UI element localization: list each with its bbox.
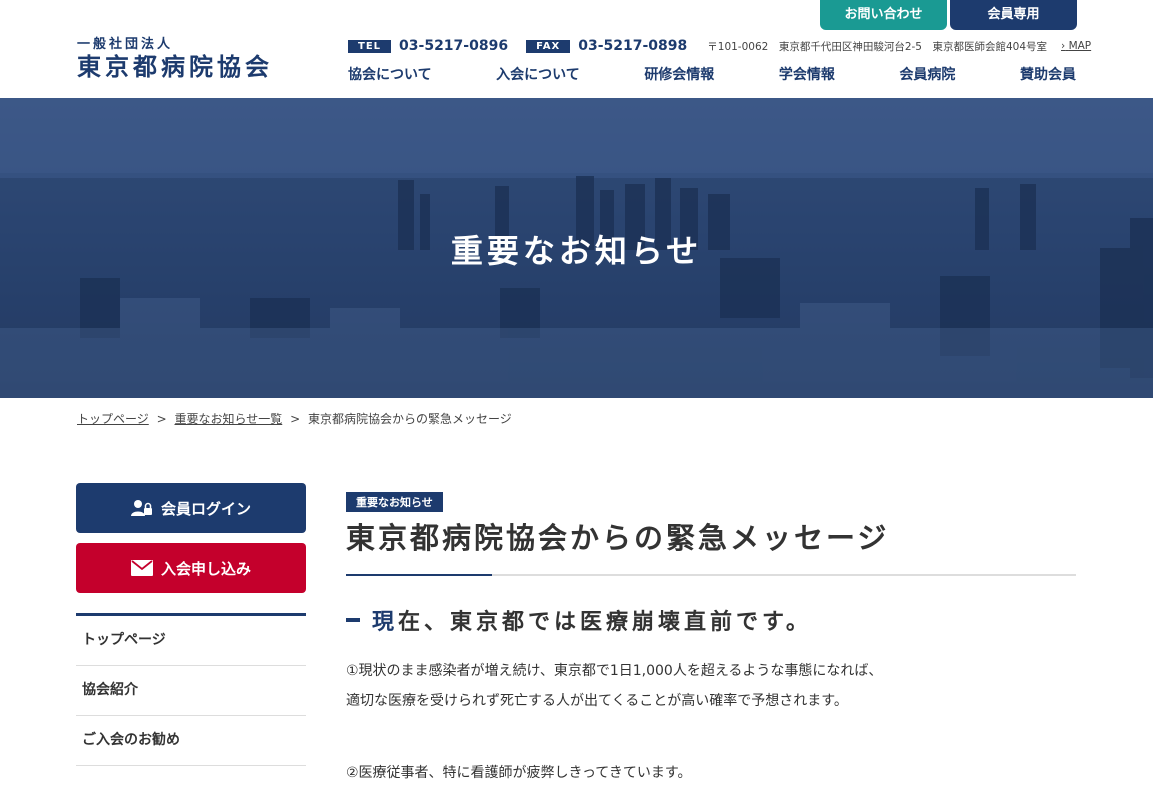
tel-number: 03-5217-0896 [399,38,509,54]
breadcrumb-current: 東京都病院協会からの緊急メッセージ [307,412,512,426]
map-link-label: MAP [1068,40,1092,52]
address: 〒101-0062 東京都千代田区神田駿河台2-5 東京都医師会館404号室 [707,40,1048,53]
breadcrumb-separator: > [156,412,167,426]
paragraph-1-line-1: ①現状のまま感染者が増え続け、東京都で1日1,000人を超えるような事態になれば… [346,663,883,679]
map-link[interactable]: › MAP [1061,40,1091,52]
logo-title: 東京都病院協会 [77,52,273,81]
sidebar-nav: トップページ 協会紹介 ご入会のお勧め [76,613,306,766]
fax-tag: FAX [526,39,571,53]
member-only-button[interactable]: 会員専用 [950,0,1077,30]
logo-subtitle: 一般社団法人 [77,37,174,52]
user-lock-icon [130,500,152,516]
paragraph-1: ①現状のまま感染者が増え続け、東京都で1日1,000人を超えるような事態になれば… [346,656,1076,716]
membership-application-button[interactable]: 入会申し込み [76,543,306,593]
contact-info: TEL 03-5217-0896 FAX 03-5217-0898 〒101-0… [348,38,1091,54]
nav-item-seminars[interactable]: 研修会情報 [644,64,714,86]
tel-tag: TEL [348,39,392,53]
mail-icon [130,560,153,576]
nav-item-about[interactable]: 協会について [348,64,432,86]
page-title: 東京都病院協会からの緊急メッセージ [346,521,890,555]
breadcrumb-home[interactable]: トップページ [77,412,149,426]
contact-button[interactable]: お問い合わせ [820,0,947,30]
membership-application-label: 入会申し込み [160,559,251,578]
paragraph-2-line-1: ②医療従事者、特に看護師が疲弊しきってきています。 [346,765,692,781]
member-login-button[interactable]: 会員ログイン [76,483,306,533]
section-heading-text: 在、東京都では医療崩壊直前です。 [398,610,812,635]
category-badge: 重要なお知らせ [346,492,443,512]
title-divider [346,574,1076,576]
breadcrumb: トップページ > 重要なお知らせ一覧 > 東京都病院協会からの緊急メッセージ [77,410,512,427]
site-logo[interactable]: 一般社団法人 東京都病院協会 [77,38,273,82]
main-content: 重要なお知らせ 東京都病院協会からの緊急メッセージ 現在、東京都では医療崩壊直前… [346,491,1076,788]
section-heading: 現在、東京都では医療崩壊直前です。 [346,604,1076,636]
breadcrumb-separator: > [290,412,301,426]
heading-bar-icon [346,618,360,622]
utility-buttons: お問い合わせ 会員専用 [820,0,1077,30]
nav-item-member-hospitals[interactable]: 会員病院 [899,64,955,86]
sidebar-item-top[interactable]: トップページ [76,616,306,666]
hero-banner: 重要なお知らせ [0,98,1153,398]
nav-item-membership[interactable]: 入会について [496,64,580,86]
section-heading-first-char: 現 [372,610,399,635]
chevron-right-icon: › [1061,40,1066,52]
member-login-label: 会員ログイン [160,499,251,518]
paragraph-1-line-2: 適切な医療を受けられず死亡する人が出てくることが高い確率で予想されます。 [346,693,848,709]
paragraph-2: ②医療従事者、特に看護師が疲弊しきってきています。 [346,758,1076,788]
sidebar-item-about[interactable]: 協会紹介 [76,666,306,716]
nav-item-supporting-members[interactable]: 賛助会員 [1020,64,1076,86]
hero-title: 重要なお知らせ [450,232,703,270]
nav-item-conference[interactable]: 学会情報 [779,64,835,86]
breadcrumb-notices[interactable]: 重要なお知らせ一覧 [174,412,282,426]
global-nav: 協会について 入会について 研修会情報 学会情報 会員病院 賛助会員 [348,64,1076,86]
sidebar-item-join-recommendation[interactable]: ご入会のお勧め [76,716,306,766]
fax-number: 03-5217-0898 [578,38,688,54]
